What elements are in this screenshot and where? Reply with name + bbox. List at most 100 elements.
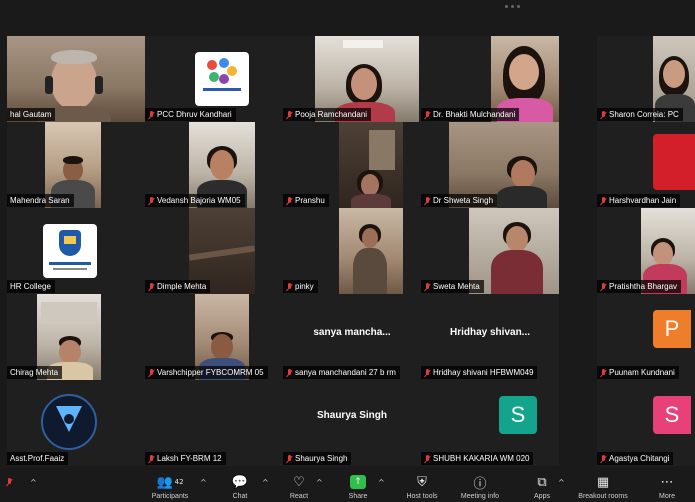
- participant-name: Agastya Chitangi: [597, 452, 674, 465]
- react-caret[interactable]: ^: [316, 478, 323, 487]
- muted-mic-icon: [600, 110, 607, 120]
- participant-tile[interactable]: Chirag Mehta: [7, 294, 145, 380]
- apps-button[interactable]: ⧉ Apps: [530, 468, 554, 502]
- participant-name: Chirag Mehta: [7, 366, 63, 379]
- participants-icon: 👥 42: [156, 474, 184, 490]
- avatar: P: [653, 310, 691, 348]
- muted-mic-icon: [148, 368, 155, 378]
- participant-name: Sweta Mehta: [421, 280, 484, 293]
- participant-tile[interactable]: S SHUBH KAKARIA WM 020: [421, 380, 559, 466]
- muted-mic-icon: [286, 454, 293, 464]
- participant-tile[interactable]: Sharon Correia: PC: [597, 36, 695, 122]
- participant-tile[interactable]: pinky: [283, 208, 421, 294]
- participant-name: Pratishtha Bhargav: [597, 280, 682, 293]
- chat-icon: 💬: [231, 474, 249, 490]
- participant-tile[interactable]: sanya mancha... sanya manchandani 27 b r…: [283, 294, 421, 380]
- participant-tile[interactable]: Dimple Mehta: [145, 208, 283, 294]
- meeting-info-button[interactable]: ⓘ Meeting info: [456, 468, 504, 502]
- participant-tile[interactable]: PCC Dhruv Kandhari: [145, 36, 283, 122]
- host-tools-button[interactable]: ⛨ Host tools: [400, 468, 444, 502]
- mic-muted-icon: [6, 474, 13, 490]
- participant-name: Vedansh Bajoria WM05: [145, 194, 245, 207]
- participant-name: Shaurya Singh: [283, 452, 352, 465]
- muted-mic-icon: [148, 282, 155, 292]
- muted-mic-icon: [148, 196, 155, 206]
- muted-mic-icon: [286, 282, 293, 292]
- participant-name: Mahendra Saran: [7, 194, 74, 207]
- shield-icon: ⛨: [417, 474, 427, 490]
- chat-caret[interactable]: ^: [262, 478, 269, 487]
- participant-tile[interactable]: Vedansh Bajoria WM05: [145, 122, 283, 208]
- participant-name: HR College: [7, 280, 55, 293]
- participants-button[interactable]: 👥 42 Participants: [148, 468, 192, 502]
- participant-name: PCC Dhruv Kandhari: [145, 108, 236, 121]
- info-icon: ⓘ: [473, 476, 487, 492]
- participant-display-name: Hridhay shivan...: [449, 327, 531, 338]
- meeting-gallery-view: hal Gautam PCC Dhruv Kandhari Pooja Ramc…: [0, 0, 695, 468]
- muted-mic-icon: [148, 454, 155, 464]
- participant-name: Harshvardhan Jain: [597, 194, 681, 207]
- chat-button[interactable]: 💬 Chat: [228, 468, 252, 502]
- parents-connect-logo: [195, 52, 249, 106]
- participant-display-name: sanya mancha...: [313, 327, 391, 338]
- mute-button[interactable]: [4, 468, 14, 502]
- share-caret[interactable]: ^: [378, 478, 385, 487]
- participant-video: [653, 134, 695, 190]
- participant-tile[interactable]: Pranshu: [283, 122, 421, 208]
- participant-name: Puunam Kundnani: [597, 366, 679, 379]
- react-button[interactable]: ♡ React: [286, 468, 312, 502]
- muted-mic-icon: [424, 454, 431, 464]
- breakout-rooms-button[interactable]: ▦ Breakout rooms: [572, 468, 634, 502]
- participant-tile[interactable]: Harshvardhan Jain: [597, 122, 695, 208]
- participant-tile[interactable]: Pratishtha Bhargav: [597, 208, 695, 294]
- gallery-page-indicator[interactable]: [505, 5, 520, 8]
- muted-mic-icon: [424, 110, 431, 120]
- apps-icon: ⧉: [537, 474, 547, 490]
- share-button[interactable]: ↑ Share: [344, 468, 372, 502]
- participant-display-name: Shaurya Singh: [316, 410, 387, 421]
- participant-name: Laksh FY-BRM 12: [145, 452, 226, 465]
- participant-tile[interactable]: Pooja Ramchandani: [283, 36, 421, 122]
- meeting-toolbar: ^ 👥 42 Participants ^ 💬 Chat ^ ♡ React ^ …: [0, 468, 695, 502]
- more-button[interactable]: ⋯ More: [654, 468, 680, 502]
- participant-tile[interactable]: Sweta Mehta: [421, 208, 559, 294]
- participant-tile[interactable]: Mahendra Saran: [7, 122, 145, 208]
- participant-name: SHUBH KAKARIA WM 020: [421, 452, 534, 465]
- muted-mic-icon: [286, 368, 293, 378]
- participant-name: Pranshu: [283, 194, 329, 207]
- more-dots-icon: ⋯: [660, 474, 674, 490]
- participant-name: Pooja Ramchandani: [283, 108, 372, 121]
- hr-college-logo: [43, 224, 97, 278]
- participant-name: sanya manchandani 27 b rm: [283, 366, 400, 379]
- participant-tile[interactable]: Dr. Bhakti Mulchandani: [421, 36, 559, 122]
- participant-tile[interactable]: Hridhay shivan... Hridhay shivani HFBWM0…: [421, 294, 559, 380]
- participant-tile[interactable]: hal Gautam: [7, 36, 145, 122]
- audio-options-caret[interactable]: ^: [30, 478, 37, 487]
- participant-tile[interactable]: Shaurya Singh Shaurya Singh: [283, 380, 421, 466]
- participant-grid: hal Gautam PCC Dhruv Kandhari Pooja Ramc…: [0, 34, 695, 468]
- share-screen-icon: ↑: [350, 474, 366, 490]
- participant-tile[interactable]: Varshchipper FYBCOMRM 05: [145, 294, 283, 380]
- participant-tile[interactable]: Laksh FY-BRM 12: [145, 380, 283, 466]
- top-bar: [0, 0, 695, 33]
- participant-name: pinky: [283, 280, 318, 293]
- muted-mic-icon: [424, 196, 431, 206]
- avengers-avatar: [41, 394, 97, 450]
- participant-name: Asst.Prof.Faaiz: [7, 452, 69, 465]
- breakout-grid-icon: ▦: [596, 474, 610, 490]
- participant-video: [339, 208, 403, 294]
- muted-mic-icon: [600, 454, 607, 464]
- participant-name: Dr Shweta Singh: [421, 194, 498, 207]
- participant-tile[interactable]: HR College: [7, 208, 145, 294]
- participants-caret[interactable]: ^: [200, 478, 207, 487]
- participant-tile[interactable]: P Puunam Kundnani: [597, 294, 695, 380]
- muted-mic-icon: [424, 282, 431, 292]
- participant-name: Sharon Correia: PC: [597, 108, 683, 121]
- apps-caret[interactable]: ^: [558, 478, 565, 487]
- participant-name: Varshchipper FYBCOMRM 05: [145, 366, 268, 379]
- muted-mic-icon: [286, 196, 293, 206]
- participant-tile[interactable]: S Agastya Chitangi: [597, 380, 695, 466]
- participant-tile[interactable]: Asst.Prof.Faaiz: [7, 380, 145, 466]
- participant-tile[interactable]: Dr Shweta Singh: [421, 122, 559, 208]
- muted-mic-icon: [148, 110, 155, 120]
